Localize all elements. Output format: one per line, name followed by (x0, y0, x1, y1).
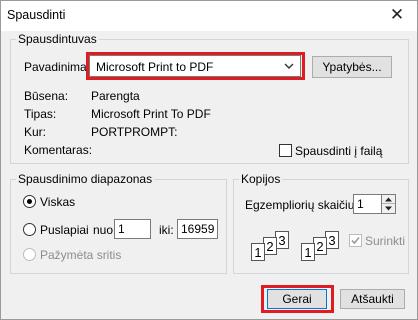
page-icon: 1 (301, 243, 315, 261)
range-all-label: Viskas (40, 195, 76, 209)
spin-up-icon[interactable] (382, 195, 395, 204)
ok-button-highlight (261, 285, 334, 313)
page-icon: 2 (313, 237, 327, 255)
range-from-label: nuo: (93, 223, 117, 237)
range-pages-label: Puslapiai (40, 223, 89, 237)
range-selection-radio[interactable] (23, 248, 36, 261)
print-range-group-label: Spausdinimo diapazonas (18, 172, 153, 186)
where-label: Kur: (24, 125, 47, 139)
copies-group-label: Kopijos (241, 172, 281, 186)
printer-name-highlight (86, 52, 305, 80)
print-dialog: Spausdinti ✕ Spausdintuvas Pavadinimas: … (0, 0, 418, 320)
collate-label: Surinkti (365, 234, 406, 248)
range-to-label: iki: (159, 223, 174, 237)
range-all-radio[interactable] (23, 195, 36, 208)
page-icon: 3 (325, 231, 339, 249)
collate-stack-icon: 3 2 1 (297, 231, 343, 263)
cancel-button[interactable]: Atšaukti (340, 289, 405, 309)
type-label: Tipas: (24, 107, 57, 121)
print-to-file-checkbox[interactable] (279, 144, 292, 157)
comment-label: Komentaras: (24, 143, 93, 157)
close-icon[interactable]: ✕ (377, 1, 417, 31)
printer-group-label: Spausdintuvas (18, 32, 97, 46)
print-to-file-label: Spausdinti į failą (295, 144, 383, 158)
type-value: Microsoft Print To PDF (91, 107, 211, 121)
range-pages-radio[interactable] (23, 223, 36, 236)
dialog-title: Spausdinti (7, 8, 66, 22)
copies-spinner[interactable] (381, 194, 396, 214)
range-from-input[interactable]: 1 (114, 219, 151, 239)
collate-checkbox[interactable] (349, 234, 362, 247)
status-label: Būsena: (24, 89, 69, 103)
page-icon: 1 (251, 243, 265, 261)
spin-down-icon[interactable] (382, 204, 395, 213)
collate-stack-icon: 3 2 1 (247, 231, 293, 263)
range-to-input[interactable]: 16959 (177, 219, 218, 239)
page-icon: 2 (263, 237, 277, 255)
where-value: PORTPROMPT: (91, 125, 178, 139)
status-value: Parengta (91, 89, 140, 103)
range-selection-label: Pažymėta sritis (40, 248, 122, 262)
copies-count-label: Egzempliorių skaičius: (245, 198, 364, 212)
title-bar: Spausdinti ✕ (1, 1, 417, 31)
page-icon: 3 (275, 231, 289, 249)
check-icon (351, 236, 360, 245)
properties-button[interactable]: Ypatybės... (312, 56, 392, 78)
